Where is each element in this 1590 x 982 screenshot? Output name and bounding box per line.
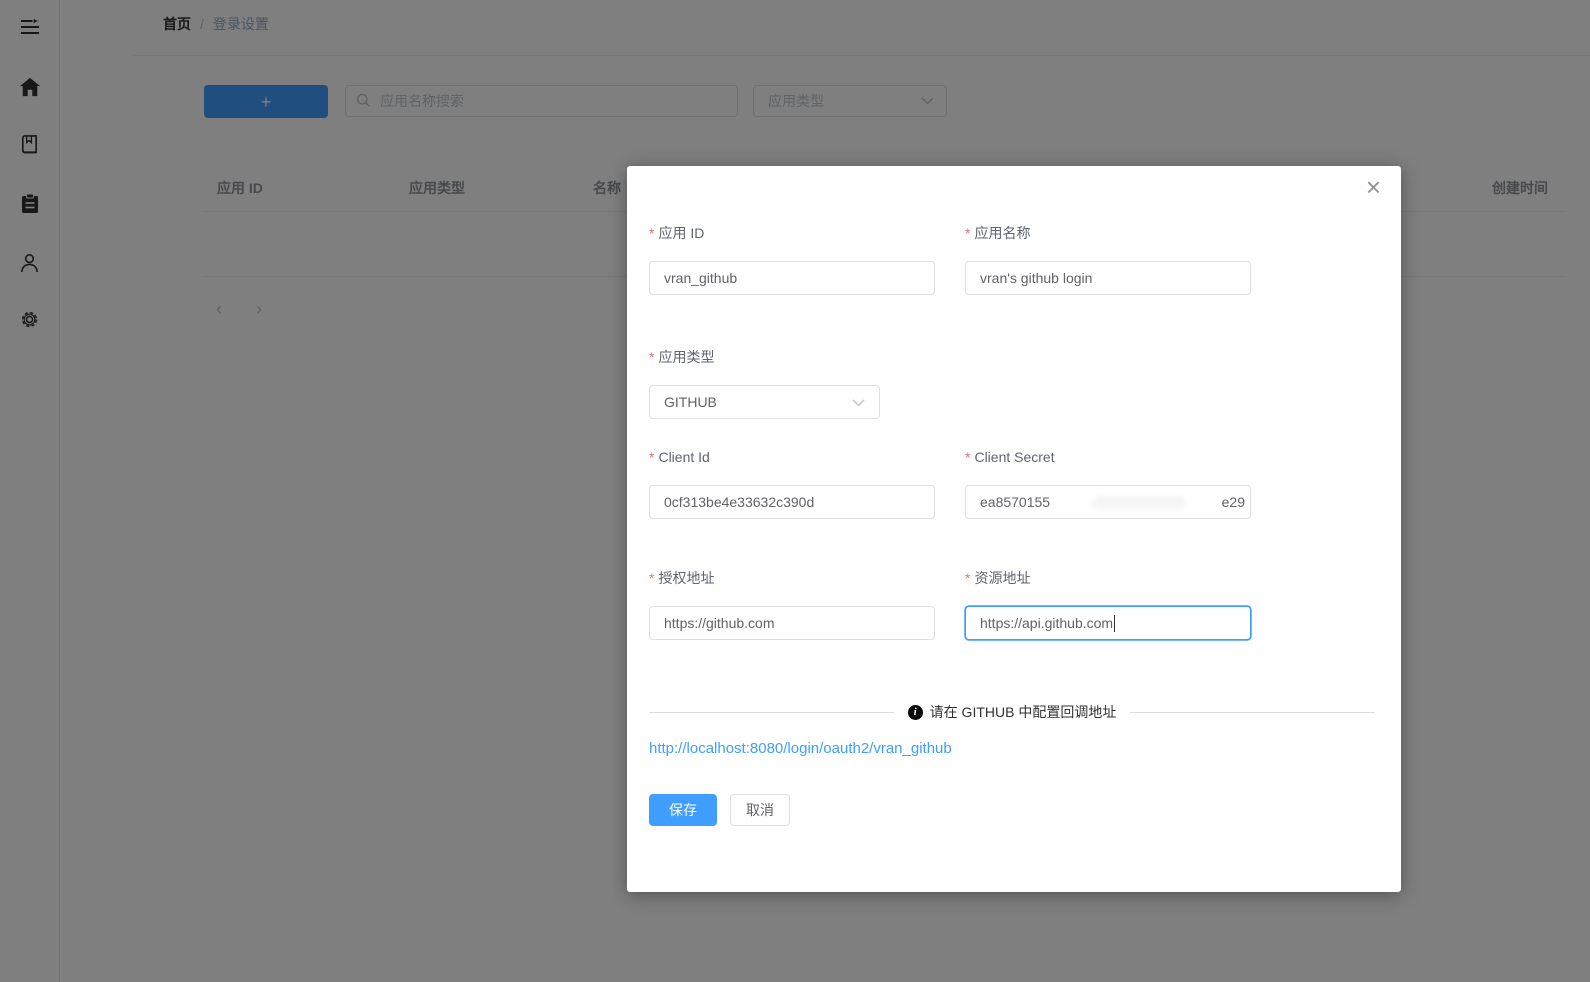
resource-url-input[interactable]: https://api.github.com: [965, 606, 1251, 640]
client-id-field: * Client Id 0cf313be4e33632c390d: [649, 448, 935, 519]
app-type-field: * 应用类型 GITHUB: [649, 348, 935, 419]
app-type-label: * 应用类型: [649, 349, 715, 365]
required-mark: *: [649, 570, 655, 586]
required-mark: *: [649, 449, 655, 465]
app-id-label: * 应用 ID: [649, 225, 705, 241]
required-mark: *: [965, 570, 971, 586]
text-cursor: [1114, 614, 1116, 632]
client-id-input[interactable]: 0cf313be4e33632c390d: [649, 485, 935, 519]
client-secret-label: * Client Secret: [965, 449, 1055, 465]
auth-url-label: * 授权地址: [649, 570, 715, 586]
auth-url-input[interactable]: https://github.com: [649, 606, 935, 640]
required-mark: *: [965, 225, 971, 241]
callback-url-link[interactable]: http://localhost:8080/login/oauth2/vran_…: [649, 740, 952, 757]
redaction-blur: [1058, 489, 1228, 516]
required-mark: *: [965, 449, 971, 465]
callback-note-divider: i 请在 GITHUB 中配置回调地址: [649, 702, 1376, 722]
app-name-field: * 应用名称 vran's github login: [965, 224, 1251, 295]
info-icon: i: [907, 704, 923, 720]
save-button[interactable]: 保存: [649, 794, 717, 826]
auth-url-field: * 授权地址 https://github.com: [649, 569, 935, 640]
client-id-label: * Client Id: [649, 449, 710, 465]
close-icon[interactable]: ×: [1366, 174, 1381, 200]
client-secret-input[interactable]: ea8570155 e29: [965, 485, 1251, 519]
app-id-input[interactable]: vran_github: [649, 261, 935, 295]
resource-url-field: * 资源地址 https://api.github.com: [965, 569, 1251, 640]
cancel-button[interactable]: 取消: [730, 794, 790, 826]
app-screen: 首页 / 登录设置 + 应用类型 应用 ID 应用类型: [0, 0, 1590, 982]
dialog-actions: 保存 取消: [649, 794, 790, 826]
app-type-select-value: GITHUB: [664, 394, 717, 410]
login-setting-dialog: × * 应用 ID vran_github * 应用名称 vran's github…: [627, 166, 1401, 892]
required-mark: *: [649, 349, 655, 365]
required-mark: *: [649, 225, 655, 241]
app-type-select[interactable]: GITHUB: [649, 385, 880, 419]
resource-url-label: * 资源地址: [965, 570, 1031, 586]
app-name-label: * 应用名称: [965, 225, 1031, 241]
chevron-down-icon: [852, 394, 865, 410]
client-secret-field: * Client Secret ea8570155 e29: [965, 448, 1251, 519]
app-id-field: * 应用 ID vran_github: [649, 224, 935, 295]
callback-note: i 请在 GITHUB 中配置回调地址: [907, 702, 1116, 722]
app-name-input[interactable]: vran's github login: [965, 261, 1251, 295]
